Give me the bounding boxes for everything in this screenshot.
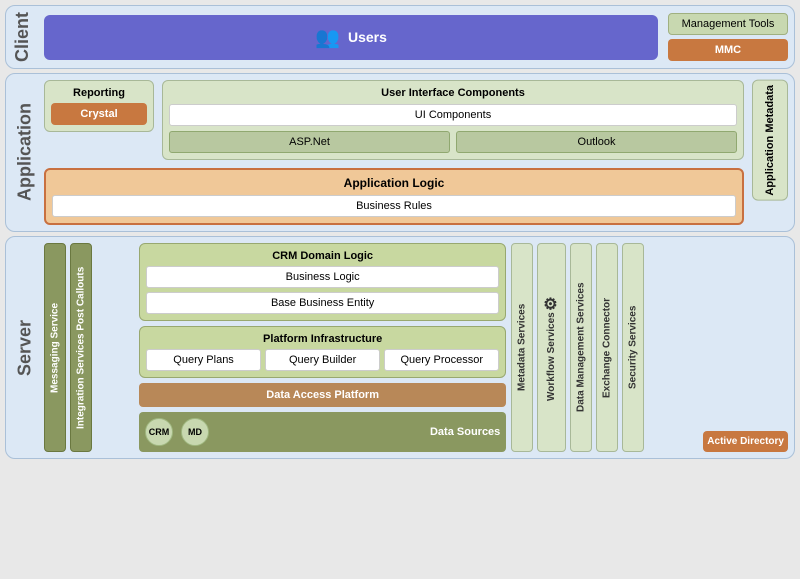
crm-domain-title: CRM Domain Logic	[146, 250, 499, 262]
asp-net-button[interactable]: ASP.Net	[169, 131, 450, 153]
active-directory-col: Active Directory	[703, 243, 788, 452]
data-access-bar: Data Access Platform	[139, 383, 506, 407]
reporting-box: Reporting Crystal	[44, 80, 154, 132]
main-container: Client 👥 Users Management Tools MMC Appl…	[5, 5, 795, 459]
business-rules-bar: Business Rules	[52, 195, 736, 217]
users-label: Users	[348, 29, 387, 45]
crystal-button[interactable]: Crystal	[51, 103, 147, 125]
platform-row: Query Plans Query Builder Query Processo…	[146, 349, 499, 371]
reporting-title: Reporting	[73, 87, 125, 99]
active-directory-box: Active Directory	[703, 431, 788, 452]
crm-domain-box: CRM Domain Logic Business Logic Base Bus…	[139, 243, 506, 321]
users-box: 👥 Users	[44, 15, 658, 60]
application-layer: Application Reporting Crystal User Inter…	[5, 73, 795, 232]
outlook-button[interactable]: Outlook	[456, 131, 737, 153]
ui-comp-row: ASP.Net Outlook	[169, 131, 737, 153]
integration-services-box: Integration Services Post Callouts	[70, 243, 92, 452]
app-top-row: Reporting Crystal User Interface Compone…	[44, 80, 744, 160]
application-content: Reporting Crystal User Interface Compone…	[44, 80, 788, 225]
server-center: CRM Domain Logic Business Logic Base Bus…	[139, 243, 506, 452]
server-left-col: Messaging Service Integration Services P…	[44, 243, 134, 452]
workflow-services-box: Workflow Services ⚙	[537, 243, 566, 452]
workflow-label: Workflow Services	[546, 313, 557, 402]
app-main: Reporting Crystal User Interface Compone…	[44, 80, 744, 225]
server-right-col: Metadata Services Workflow Services ⚙ Da…	[511, 243, 698, 452]
exchange-connector-box: Exchange Connector	[596, 243, 618, 452]
client-label: Client	[12, 12, 38, 62]
crm-badge: CRM	[145, 418, 173, 446]
client-content: 👥 Users Management Tools MMC	[44, 13, 788, 61]
platform-box: Platform Infrastructure Query Plans Quer…	[139, 326, 506, 378]
management-tools-box: Management Tools MMC	[668, 13, 788, 61]
server-content: Messaging Service Integration Services P…	[44, 243, 788, 452]
mmc-box: MMC	[668, 39, 788, 61]
server-layer: Server Messaging Service Integration Ser…	[5, 236, 795, 459]
app-logic-box: Application Logic Business Rules	[44, 168, 744, 225]
md-badge: MD	[181, 418, 209, 446]
messaging-service-box: Messaging Service	[44, 243, 66, 452]
ui-components-title: User Interface Components	[169, 87, 737, 99]
security-services-box: Security Services	[622, 243, 644, 452]
base-business-bar: Base Business Entity	[146, 292, 499, 314]
platform-title: Platform Infrastructure	[146, 333, 499, 345]
application-label: Application	[12, 80, 38, 225]
metadata-services-box: Metadata Services	[511, 243, 533, 452]
query-builder-button[interactable]: Query Builder	[265, 349, 380, 371]
app-metadata-box: Application Metadata	[752, 80, 788, 201]
data-sources-label: Data Sources	[430, 426, 500, 438]
server-label: Server	[12, 243, 38, 452]
data-sources-box: CRM MD Data Sources	[139, 412, 506, 452]
client-layer: Client 👥 Users Management Tools MMC	[5, 5, 795, 69]
data-management-box: Data Management Services	[570, 243, 592, 452]
ui-components-box: User Interface Components UI Components …	[162, 80, 744, 160]
business-logic-bar: Business Logic	[146, 266, 499, 288]
workflow-icon: ⚙	[542, 294, 561, 313]
query-processor-button[interactable]: Query Processor	[384, 349, 499, 371]
management-tools-label: Management Tools	[668, 13, 788, 35]
query-plans-button[interactable]: Query Plans	[146, 349, 261, 371]
users-icon: 👥	[315, 25, 340, 50]
app-logic-title: Application Logic	[52, 176, 736, 190]
ui-components-bar: UI Components	[169, 104, 737, 126]
